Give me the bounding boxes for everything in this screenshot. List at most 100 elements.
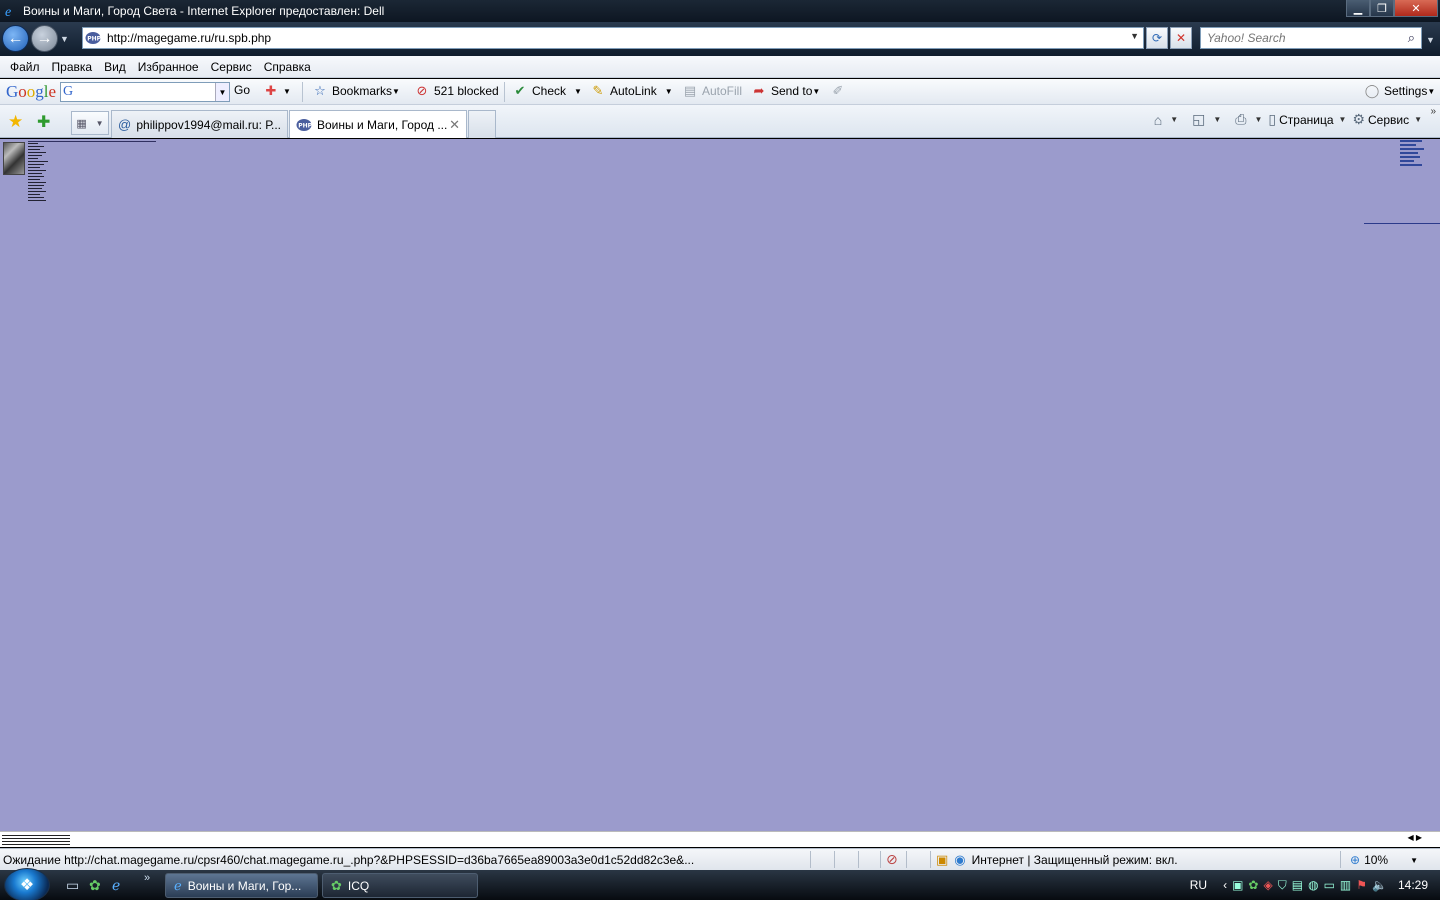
rss-feed-icon: ◱ (1192, 111, 1206, 127)
language-indicator[interactable]: RU (1190, 878, 1207, 892)
svg-text:PHP: PHP (298, 122, 312, 129)
home-button[interactable]: ⌂ ▼ (1154, 112, 1178, 128)
tray-window-icon[interactable]: ▤ (1292, 878, 1303, 892)
bookmarks-button[interactable]: ☆ Bookmarks ▼ (312, 83, 400, 99)
tiny-menu-links[interactable] (28, 143, 48, 203)
window-title-bar: e Воины и Маги, Город Света - Internet E… (0, 0, 1440, 22)
autolink-button[interactable]: ✎ AutoLink ▼ (590, 83, 673, 99)
menu-file[interactable]: Файл (4, 60, 46, 74)
popup-blocker-icon[interactable]: ⊘ (886, 851, 898, 868)
page-content (0, 139, 1440, 831)
address-row: ← → ▼ PHP http://magegame.ru/ru.spb.php … (0, 22, 1440, 56)
add-favorites-icon[interactable]: ✚ (37, 112, 50, 132)
tray-network-icon[interactable]: ▥ (1340, 878, 1351, 892)
menu-help[interactable]: Справка (258, 60, 317, 74)
search-icon[interactable]: ⌕ (1408, 30, 1415, 46)
tray-antivirus-icon[interactable]: ◈ (1263, 878, 1272, 892)
right-panel-widget[interactable] (1400, 140, 1424, 170)
icq-quicklaunch-icon[interactable]: ✿ (89, 877, 101, 894)
tray-shield-icon[interactable]: ⛉ (1278, 878, 1287, 893)
security-zone[interactable]: ▣ ◉ Интернет | Защищенный режим: вкл. (936, 852, 1178, 868)
autofill-icon: ▤ (683, 83, 697, 98)
google-go-button[interactable]: Go (234, 83, 250, 97)
quick-tabs-icon: ▦ (76, 117, 87, 130)
ie-quicklaunch-icon[interactable]: ℯ (112, 877, 120, 894)
maximize-button[interactable]: ❐ (1370, 0, 1394, 17)
zoom-dropdown-icon[interactable]: ▼ (1410, 856, 1418, 865)
start-button[interactable]: ❖ (4, 868, 50, 900)
highlight-button[interactable]: ✐ (830, 83, 850, 99)
show-desktop-icon[interactable]: ▭ (66, 877, 79, 894)
back-button[interactable]: ← (2, 25, 29, 52)
address-dropdown-icon[interactable]: ▼ (1130, 31, 1139, 41)
google-search-dropdown[interactable]: ▼ (215, 83, 229, 101)
menu-view[interactable]: Вид (98, 60, 132, 74)
search-provider-dropdown[interactable]: ▼ (1426, 35, 1435, 45)
tray-icq-icon[interactable]: ✿ (1248, 878, 1258, 892)
home-icon: ⌂ (1153, 111, 1163, 128)
google-search-input[interactable]: G ▼ (60, 82, 230, 102)
windows-logo-icon: ❖ (19, 877, 35, 894)
minimize-button[interactable]: ▁ (1346, 0, 1370, 17)
spellcheck-button[interactable]: ✔ Check ▼ (512, 83, 582, 99)
new-tab-button[interactable] (468, 110, 496, 138)
page-icon: ▯ (1268, 111, 1277, 127)
stop-button[interactable]: ✕ (1170, 27, 1192, 49)
tray-update-icon[interactable]: ◍ (1308, 878, 1318, 892)
close-button[interactable]: ✕ (1394, 0, 1438, 17)
clock[interactable]: 14:29 (1398, 878, 1428, 892)
ie-icon: ℯ (174, 877, 182, 893)
print-button[interactable]: ⎙ ▼ (1235, 111, 1262, 128)
search-input[interactable] (1207, 31, 1397, 45)
settings-button[interactable]: ◯ Settings ▼ (1364, 83, 1436, 99)
favorites-center-icon[interactable]: ★ (8, 112, 23, 132)
globe-icon: ◉ (954, 852, 966, 867)
recent-pages-dropdown[interactable]: ▼ (60, 34, 69, 44)
send-to-button[interactable]: ➦ Send to ▼ (751, 83, 821, 99)
popup-blocker-button[interactable]: ⊘ 521 blocked (414, 83, 499, 99)
php-icon: PHP (85, 32, 101, 44)
menu-bar: Файл Правка Вид Избранное Сервис Справка (0, 56, 1440, 78)
tray-security-icon[interactable]: ⚑ (1356, 878, 1367, 892)
tools-menu-button[interactable]: ⚙ Сервис ▼ (1352, 111, 1422, 128)
tab-magegame[interactable]: PHP Воины и Маги, Город ... ✕ (289, 110, 467, 138)
tab-mail[interactable]: @ philippov1994@mail.ru: Р... (111, 110, 288, 138)
feeds-button[interactable]: ◱ ▼ (1192, 111, 1221, 128)
tab-close-icon[interactable]: ✕ (449, 117, 460, 133)
tab-label: Воины и Маги, Город ... (317, 117, 448, 132)
tray-volume-icon[interactable]: 🔈 (1372, 878, 1387, 892)
at-icon: @ (118, 117, 132, 132)
page-menu-button[interactable]: ▯ Страница ▼ (1268, 111, 1346, 128)
status-text: Ожидание http://chat.magegame.ru/cpsr460… (3, 853, 695, 867)
settings-circle-icon: ◯ (1364, 83, 1380, 98)
taskbar-icq-window[interactable]: ✿ ICQ (322, 873, 478, 898)
tray-monitor-icon[interactable]: ▭ (1324, 878, 1335, 892)
address-url[interactable]: http://magegame.ru/ru.spb.php (107, 31, 271, 45)
zoom-control[interactable]: ⊕ 10% ▼ (1350, 853, 1418, 867)
chevron-more-icon[interactable]: » (1430, 106, 1436, 117)
quicklaunch-more-icon[interactable]: » (144, 872, 150, 884)
menu-tools[interactable]: Сервис (205, 60, 258, 74)
right-panel-line (1364, 223, 1440, 224)
send-to-icon: ➦ (753, 83, 765, 98)
command-bar: ⌂ ▼ ◱ ▼ ⎙ ▼ ▯ Страница ▼ ⚙ Сервис ▼ (1148, 111, 1422, 128)
tray-app-icon[interactable]: ▣ (1232, 878, 1243, 892)
character-image[interactable] (3, 142, 25, 175)
forward-button[interactable]: → (31, 25, 58, 52)
php-icon: PHP (296, 118, 312, 131)
refresh-button[interactable]: ⟳ (1146, 27, 1168, 49)
taskbar-ie-window[interactable]: ℯ Воины и Маги, Гор... (165, 873, 318, 898)
protected-mode-icon: ▣ (936, 852, 949, 867)
back-arrow-icon: ← (7, 29, 24, 47)
autofill-button[interactable]: ▤ AutoFill (682, 83, 742, 99)
menu-edit[interactable]: Правка (46, 60, 99, 74)
frame-scroll-arrows[interactable]: ◀ ▶ (1407, 833, 1422, 842)
menu-favorites[interactable]: Избранное (132, 60, 205, 74)
google-options-button[interactable]: ✚ ▼ (263, 83, 291, 99)
tab-list-dropdown[interactable]: ▼ (96, 119, 104, 128)
tray-expand-icon[interactable]: ‹ (1223, 878, 1227, 892)
quick-tabs-button[interactable]: ▦ ▼ (71, 111, 109, 135)
search-box[interactable]: ⌕ (1200, 27, 1422, 49)
address-bar[interactable]: PHP http://magegame.ru/ru.spb.php ▼ (82, 27, 1144, 49)
spellcheck-icon: ✔ (514, 83, 526, 98)
